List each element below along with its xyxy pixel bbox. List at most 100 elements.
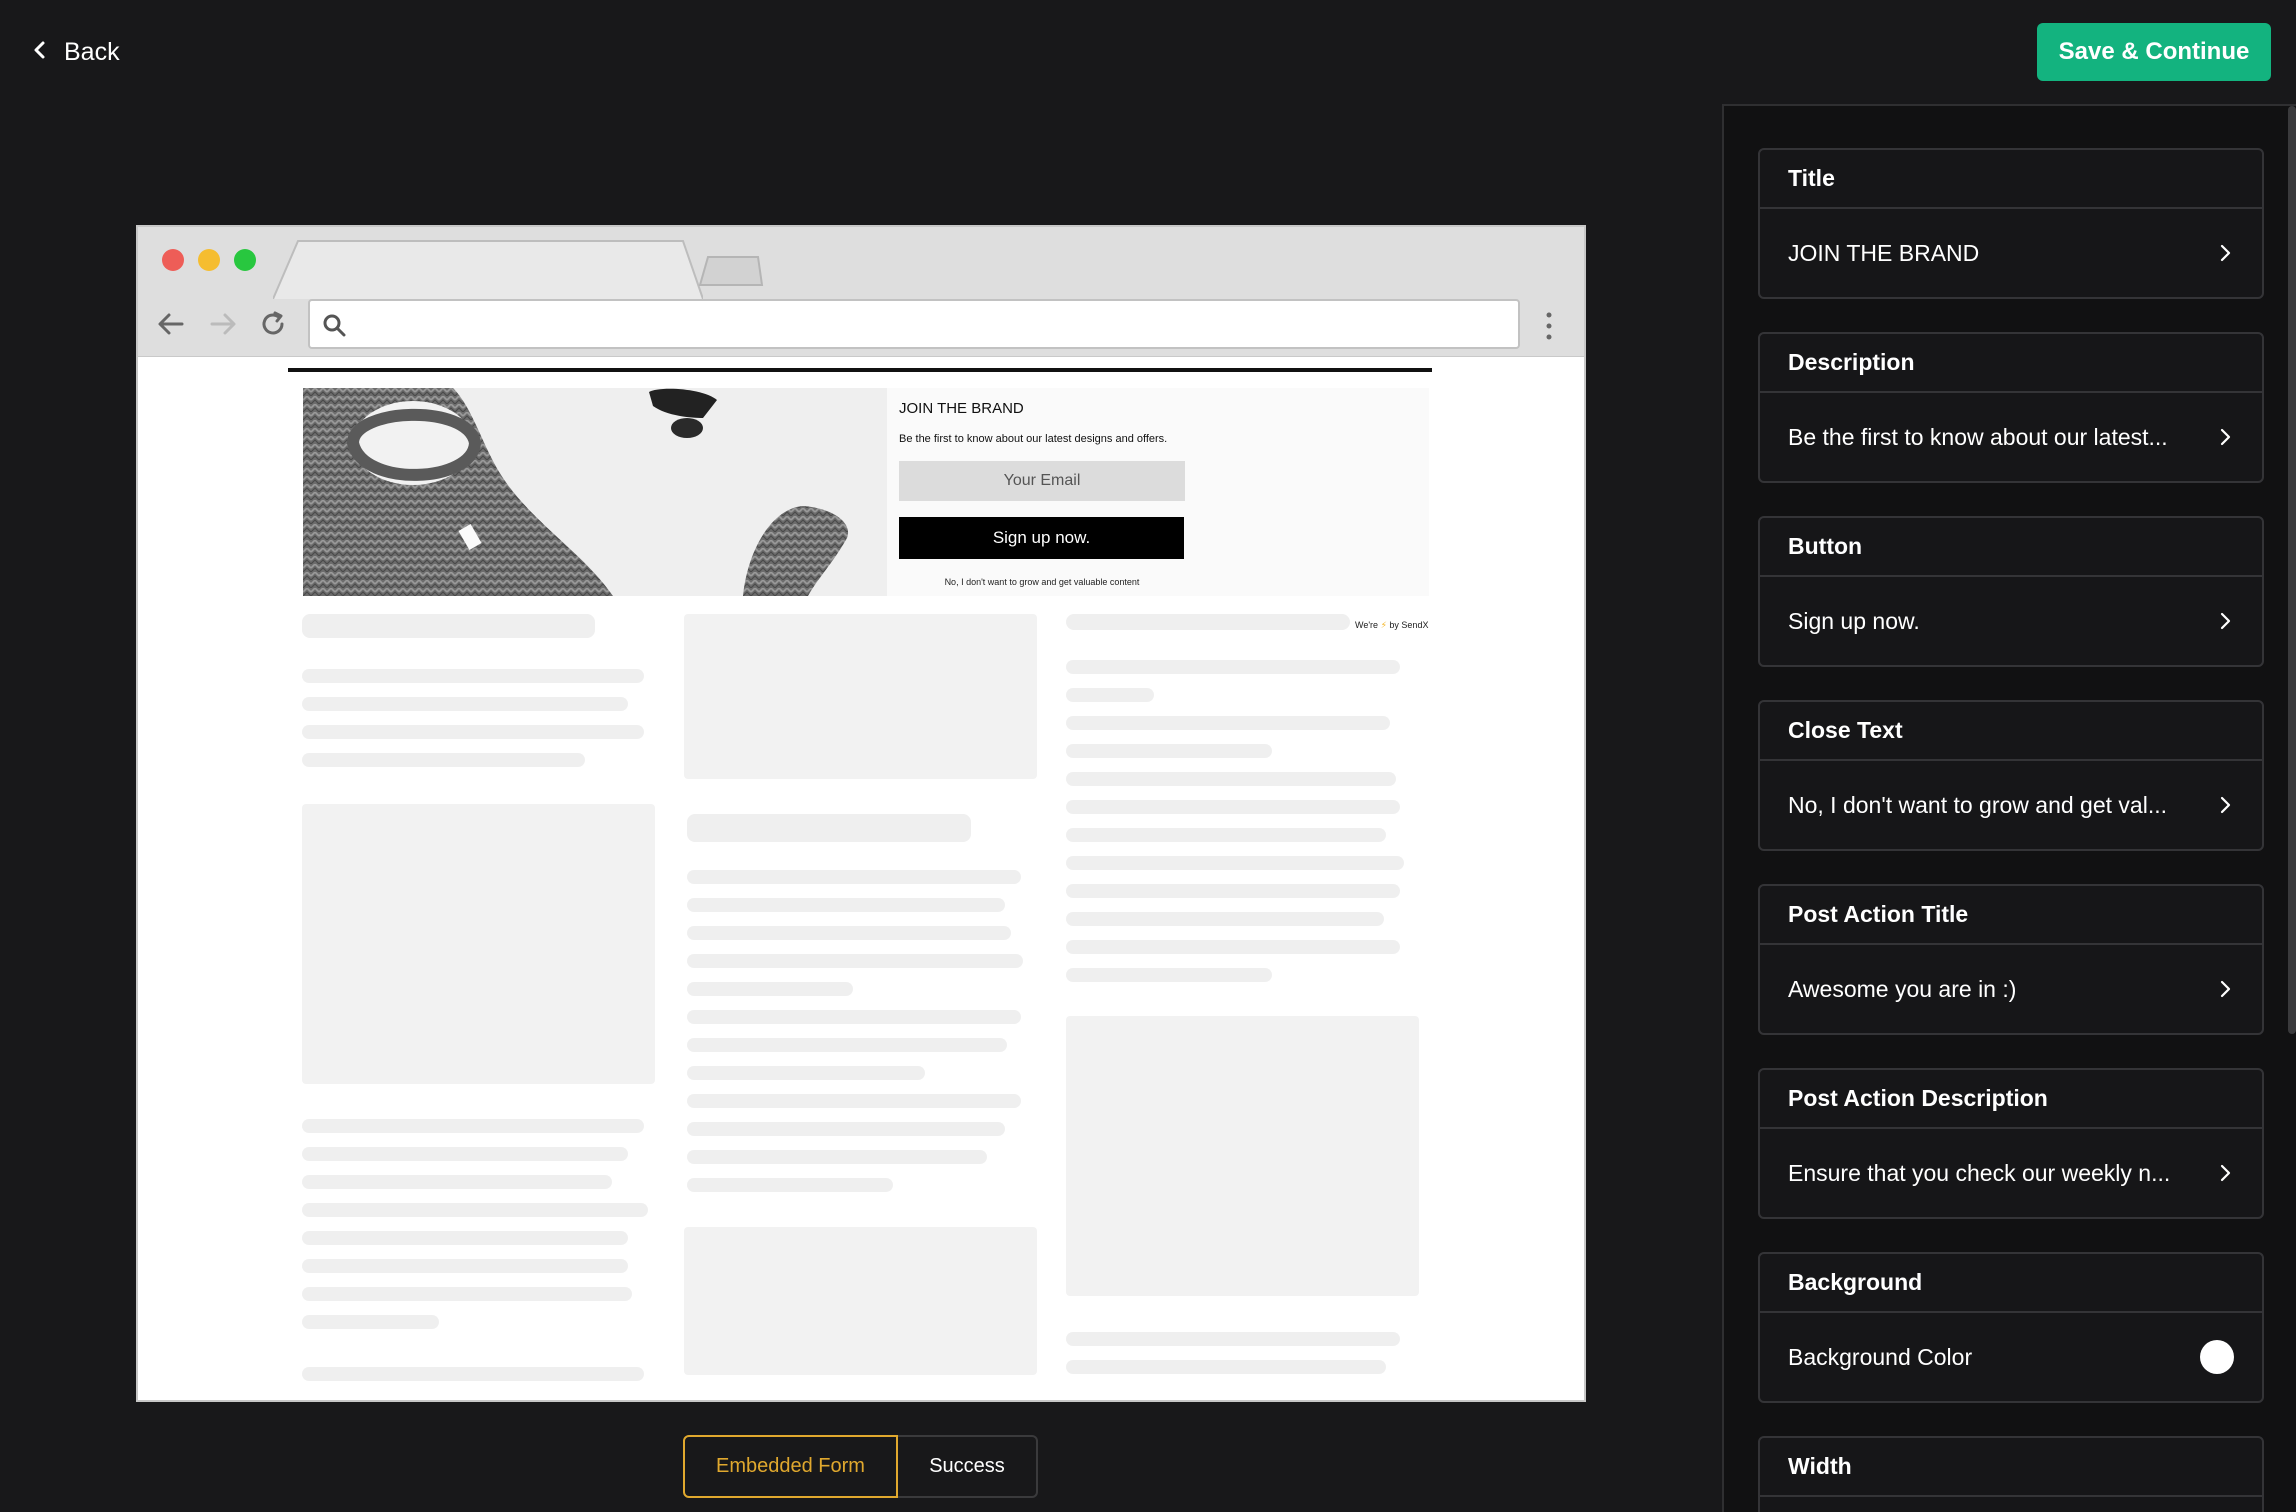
browser-preview: JOIN THE BRAND Be the first to know abou… [136, 225, 1586, 1402]
skeleton-line [687, 1038, 1007, 1052]
skeleton-block [684, 614, 1037, 779]
skeleton-line [302, 725, 644, 739]
skeleton-line [687, 1150, 987, 1164]
skeleton-line [1066, 856, 1404, 870]
tab-success[interactable]: Success [898, 1435, 1038, 1498]
setting-row-title[interactable]: JOIN THE BRAND [1760, 209, 2262, 297]
chevron-right-icon [2220, 1164, 2231, 1182]
skeleton-line [302, 1203, 648, 1217]
chevron-right-icon [2220, 428, 2231, 446]
skeleton-line [302, 1231, 628, 1245]
skeleton-line [302, 1175, 612, 1189]
skeleton-line [302, 753, 585, 767]
setting-card-button: Button Sign up now. [1758, 516, 2264, 667]
skeleton-line [687, 1066, 925, 1080]
skeleton-line [302, 1287, 632, 1301]
skeleton-line [302, 1315, 439, 1329]
maximize-window-dot [234, 249, 256, 271]
setting-card-background: Background Background Color [1758, 1252, 2264, 1403]
skeleton-line [687, 1122, 1005, 1136]
setting-heading: Background [1760, 1254, 2262, 1313]
skeleton-line [302, 1259, 628, 1273]
skeleton-line [687, 898, 1005, 912]
browser-forward-icon [210, 313, 236, 335]
browser-menu-icon [1546, 312, 1552, 340]
skeleton-line [1066, 614, 1350, 630]
setting-value: JOIN THE BRAND [1788, 239, 1980, 266]
skeleton-line [1066, 800, 1400, 814]
email-input[interactable] [899, 461, 1185, 501]
setting-heading: Width [1760, 1438, 2262, 1497]
skeleton-line [1066, 716, 1390, 730]
skeleton-line [1066, 884, 1400, 898]
setting-heading: Button [1760, 518, 2262, 577]
setting-card-post-action-title: Post Action Title Awesome you are in :) [1758, 884, 2264, 1035]
lightning-icon: ⚡ [1380, 620, 1387, 630]
browser-back-icon [158, 313, 184, 335]
setting-card-title: Title JOIN THE BRAND [1758, 148, 2264, 299]
form-content: JOIN THE BRAND Be the first to know abou… [899, 388, 1429, 596]
skeleton-line [302, 1147, 628, 1161]
skeleton-line [1066, 1360, 1386, 1374]
search-icon [323, 314, 346, 337]
setting-row-button[interactable]: Sign up now. [1760, 577, 2262, 665]
setting-value: Be the first to know about our latest... [1788, 423, 2168, 450]
skeleton-line [302, 697, 628, 711]
back-button[interactable]: Back [30, 30, 120, 74]
skeleton-line [687, 1010, 1021, 1024]
skeleton-line [1066, 1332, 1400, 1346]
skeleton-line [1066, 688, 1154, 702]
settings-panel: Title JOIN THE BRAND Description Be the … [1722, 104, 2296, 1512]
background-color-swatch[interactable] [2200, 1340, 2234, 1374]
skeleton-line [1066, 744, 1272, 758]
setting-row-close-text[interactable]: No, I don't want to grow and get val... [1760, 761, 2262, 849]
skeleton-line [1066, 968, 1272, 982]
setting-heading: Post Action Title [1760, 886, 2262, 945]
setting-heading: Close Text [1760, 702, 2262, 761]
setting-card-close-text: Close Text No, I don't want to grow and … [1758, 700, 2264, 851]
skeleton-block [302, 804, 655, 1084]
branding-prefix: We're [1355, 620, 1379, 630]
form-description: Be the first to know about our latest de… [899, 433, 1168, 445]
skeleton-line [1066, 828, 1386, 842]
sendx-branding: We're ⚡ by SendX [1355, 620, 1428, 631]
embedded-form: JOIN THE BRAND Be the first to know abou… [303, 388, 1429, 596]
setting-row-background-color[interactable]: Background Color [1760, 1313, 2262, 1401]
skeleton-block [684, 1227, 1037, 1375]
tab-embedded-form[interactable]: Embedded Form [683, 1435, 898, 1498]
sweater-image [303, 388, 887, 596]
skeleton-line [302, 614, 595, 638]
address-bar [308, 299, 1520, 349]
setting-heading: Post Action Description [1760, 1070, 2262, 1129]
close-text-link[interactable]: No, I don't want to grow and get valuabl… [899, 577, 1185, 587]
signup-button[interactable]: Sign up now. [899, 517, 1184, 559]
setting-value: Sign up now. [1788, 607, 1920, 634]
setting-heading: Description [1760, 334, 2262, 393]
branding-suffix: by SendX [1389, 620, 1429, 630]
skeleton-line [1066, 772, 1396, 786]
skeleton-line [302, 1119, 644, 1133]
chevron-right-icon [2220, 796, 2231, 814]
browser-reload-icon [262, 311, 284, 335]
skeleton-line [687, 954, 1023, 968]
chevron-right-icon [2220, 980, 2231, 998]
new-tab-icon [698, 256, 764, 286]
skeleton-line [1066, 912, 1384, 926]
setting-value: Background Color [1788, 1343, 1973, 1370]
skeleton-line [687, 926, 1011, 940]
chevron-right-icon [2220, 244, 2231, 262]
setting-value: Awesome you are in :) [1788, 975, 2017, 1002]
skeleton-line [687, 1178, 893, 1192]
skeleton-line [687, 1094, 1021, 1108]
page-header-rule [288, 368, 1432, 372]
setting-row-post-action-description[interactable]: Ensure that you check our weekly n... [1760, 1129, 2262, 1217]
setting-row-post-action-title[interactable]: Awesome you are in :) [1760, 945, 2262, 1033]
skeleton-line [687, 814, 971, 842]
setting-card-post-action-description: Post Action Description Ensure that you … [1758, 1068, 2264, 1219]
browser-chrome [138, 227, 1584, 357]
back-label: Back [64, 37, 120, 66]
setting-row-description[interactable]: Be the first to know about our latest... [1760, 393, 2262, 481]
save-continue-button[interactable]: Save & Continue [2037, 23, 2271, 81]
close-window-dot [162, 249, 184, 271]
panel-scrollbar[interactable] [2288, 106, 2296, 1034]
